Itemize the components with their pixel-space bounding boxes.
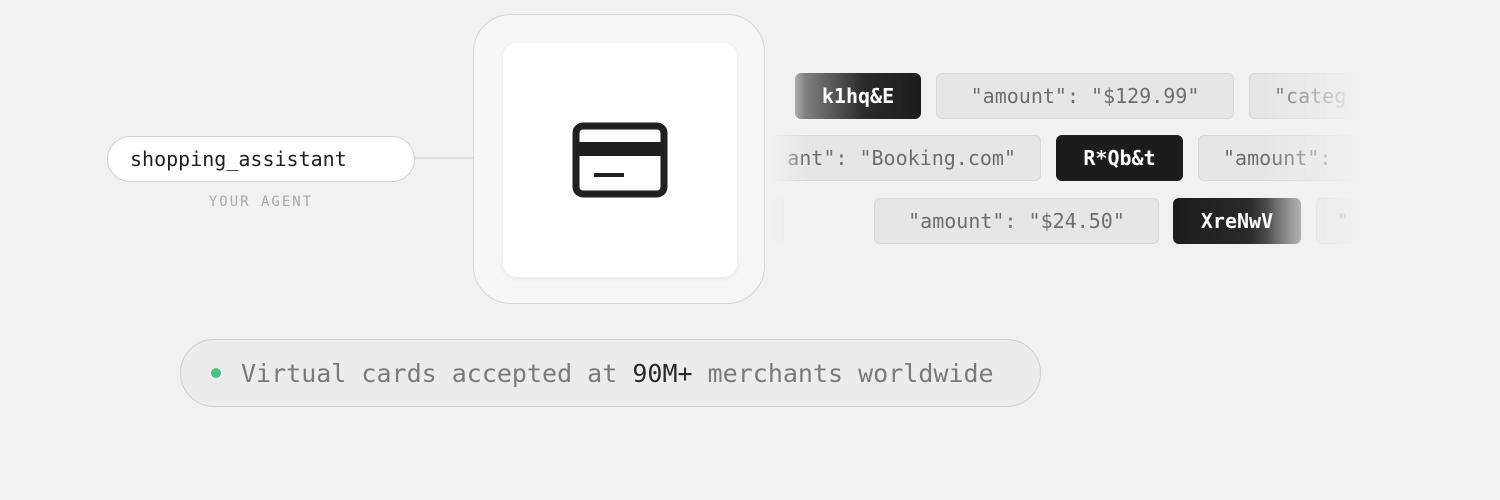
status-highlight: 90M+ — [632, 358, 693, 388]
agent-name-pill[interactable]: shopping_assistant — [107, 136, 415, 182]
data-chip: " — [1316, 198, 1360, 244]
data-chip: "amount": — [1198, 135, 1360, 181]
token-chip: k1hq&E — [795, 73, 921, 119]
data-chip: "amount": "$129.99" — [936, 73, 1234, 119]
token-chip: R*Qb&t — [1056, 135, 1183, 181]
data-chip: "categ — [1249, 73, 1360, 119]
agent-caption: YOUR AGENT — [208, 194, 314, 210]
status-dot — [211, 368, 221, 378]
token-stream: k1hq&E "amount": "$129.99" "categ ant": … — [770, 60, 1360, 260]
status-text-suffix: merchants worldwide — [692, 358, 994, 388]
merchant-status-pill: Virtual cards accepted at 90M+ merchants… — [180, 339, 1041, 407]
data-chip: ant": "Booking.com" — [770, 135, 1041, 181]
card-tile-inner — [503, 43, 737, 277]
credit-card-icon — [572, 122, 668, 198]
card-tile — [473, 14, 765, 304]
data-chip: "amount": "$24.50" — [874, 198, 1159, 244]
agent-name: shopping_assistant — [130, 147, 347, 171]
status-text-prefix: Virtual cards accepted at — [241, 358, 633, 388]
token-chip: XreNwV — [1173, 198, 1301, 244]
ghost-chip — [770, 198, 784, 244]
